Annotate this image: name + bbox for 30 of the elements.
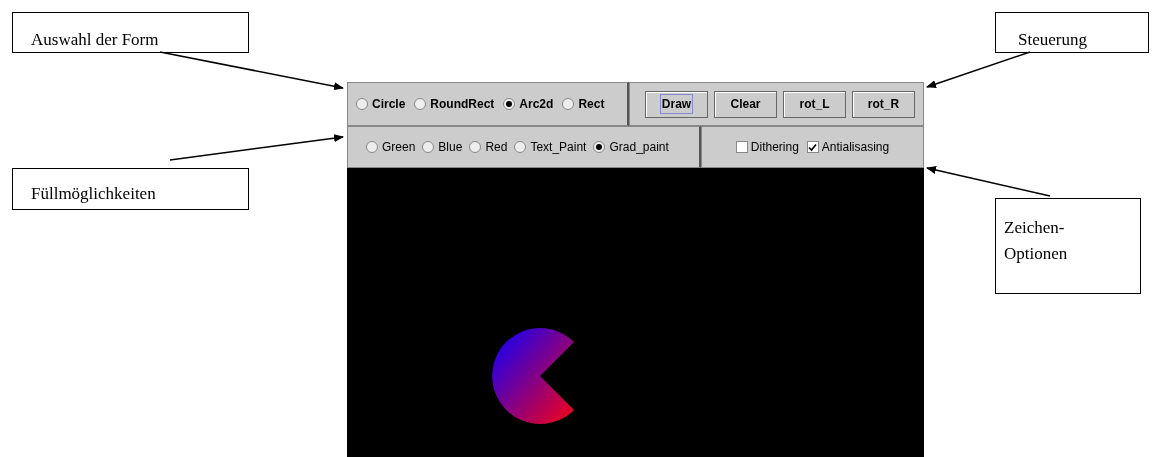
checkbox[interactable]: [735, 141, 748, 153]
callout-label: Füllmöglichkeiten: [12, 168, 249, 210]
radio-label: Rect: [578, 96, 605, 113]
radio-label: Grad_paint: [609, 139, 669, 156]
radio-label: Blue: [438, 139, 463, 156]
action-button[interactable]: rot_L: [783, 90, 846, 118]
checkbox[interactable]: [806, 141, 819, 153]
radio-label: Red: [485, 139, 508, 156]
radio-button[interactable]: [562, 98, 575, 110]
radio-label: Green: [382, 139, 416, 156]
radio-label: Circle: [372, 96, 406, 113]
radio-button[interactable]: [366, 141, 378, 153]
callout-label: Zeichen- Optionen: [995, 198, 1141, 294]
checkbox-label: Antialisasing: [821, 139, 890, 156]
radio-label: Arc2d: [519, 96, 554, 113]
callout-label: Auswahl der Form: [12, 12, 249, 53]
radio-button[interactable]: [414, 98, 427, 110]
radio-button[interactable]: [469, 141, 482, 153]
radio-button[interactable]: [503, 98, 516, 110]
radio-label: RoundRect: [430, 96, 495, 113]
radio-button[interactable]: [422, 141, 435, 153]
callout-label: Steuerung: [995, 12, 1149, 53]
radio-button[interactable]: [514, 141, 527, 153]
action-button[interactable]: Clear: [714, 90, 777, 118]
action-button[interactable]: Draw: [645, 90, 708, 118]
radio-button[interactable]: [593, 141, 606, 153]
action-button[interactable]: rot_R: [852, 90, 915, 118]
checkbox-label: Dithering: [750, 139, 799, 156]
radio-button[interactable]: [356, 98, 368, 110]
radio-label: Text_Paint: [530, 139, 587, 156]
